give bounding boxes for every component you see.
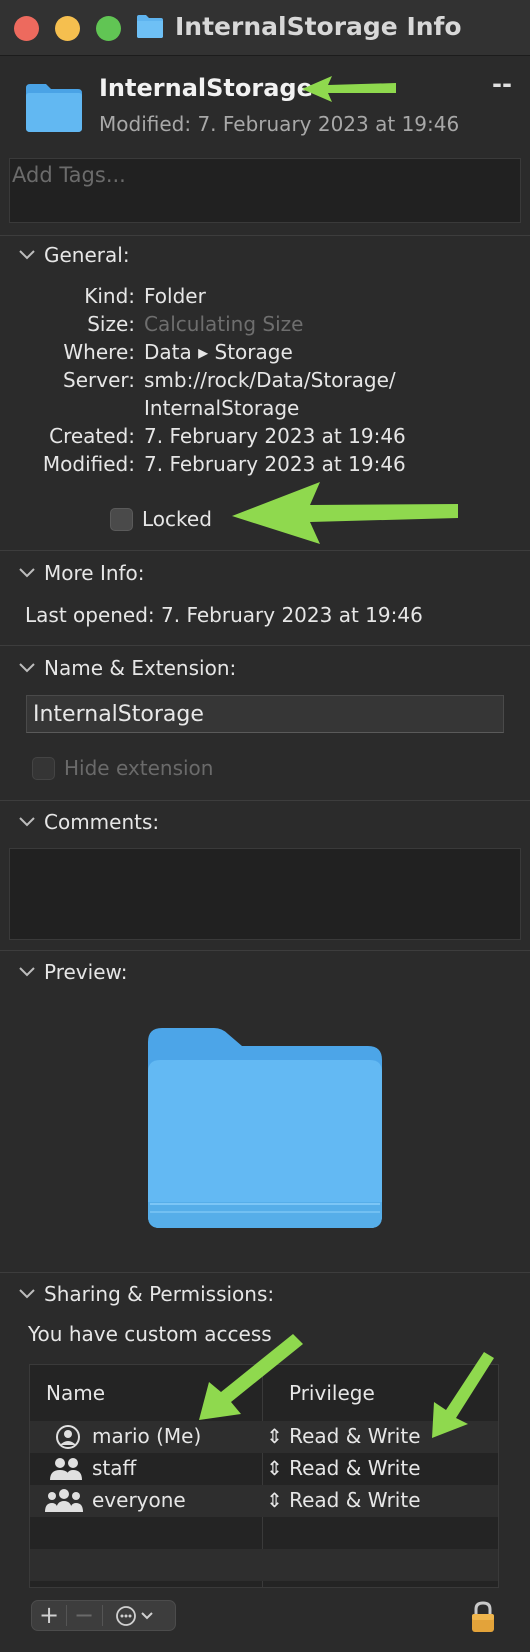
info-label: Size: [87, 312, 135, 336]
info-value: 7. February 2023 at 19:46 [144, 452, 406, 476]
info-label: Created: [49, 424, 135, 448]
section-general-title[interactable]: General: [44, 243, 130, 267]
table-row-empty [30, 1549, 498, 1581]
section-comments-title[interactable]: Comments: [44, 810, 159, 834]
locked-label: Locked [142, 507, 212, 531]
permissions-controls: + − [31, 1600, 176, 1631]
privilege-select[interactable]: ⇕ Read & Write [266, 1424, 421, 1448]
section-sharing-title[interactable]: Sharing & Permissions: [44, 1282, 274, 1306]
lock-icon[interactable] [469, 1600, 497, 1634]
remove-button[interactable]: − [67, 1601, 101, 1630]
everyone-icon [45, 1489, 83, 1512]
ellipsis-circle-icon [116, 1606, 153, 1626]
privilege-value: Read & Write [289, 1488, 421, 1512]
privilege-select[interactable]: ⇕ Read & Write [266, 1456, 421, 1480]
privilege-select[interactable]: ⇕ Read & Write [266, 1488, 421, 1512]
group-icon [50, 1458, 82, 1480]
info-value-continued: InternalStorage [144, 396, 300, 420]
minimize-button[interactable] [55, 16, 80, 41]
section-preview-title[interactable]: Preview: [44, 960, 128, 984]
user-name: staff [92, 1456, 137, 1480]
info-label: Modified: [42, 452, 135, 476]
window-title: InternalStorage Info [175, 12, 462, 41]
privilege-value: Read & Write [289, 1456, 421, 1480]
chevron-down-icon[interactable] [16, 561, 38, 583]
name-field[interactable] [26, 695, 504, 733]
annotation-arrow [432, 1352, 494, 1438]
file-name: InternalStorage [99, 74, 313, 102]
chevron-down-icon[interactable] [16, 656, 38, 678]
annotation-arrow [302, 76, 396, 102]
hide-extension-checkbox[interactable] [32, 757, 55, 780]
user-icon [56, 1425, 80, 1449]
section-more-info-title[interactable]: More Info: [44, 561, 145, 585]
annotation-arrow [199, 1334, 303, 1420]
locked-checkbox[interactable] [110, 508, 133, 531]
info-value: 7. February 2023 at 19:46 [144, 424, 406, 448]
close-button[interactable] [14, 16, 39, 41]
table-row-empty [30, 1517, 498, 1549]
chevron-down-icon[interactable] [16, 960, 38, 982]
hide-extension-label: Hide extension [64, 756, 214, 780]
section-name-extension-title[interactable]: Name & Extension: [44, 656, 236, 680]
title-bar: InternalStorage Info [0, 0, 530, 56]
user-name: everyone [92, 1488, 186, 1512]
tags-placeholder: Add Tags... [12, 163, 126, 187]
user-name: mario (Me) [92, 1424, 202, 1448]
action-menu-button[interactable] [108, 1601, 170, 1630]
chevron-down-icon[interactable] [16, 1282, 38, 1304]
table-row[interactable]: everyone ⇕ Read & Write [30, 1485, 498, 1517]
column-header-name[interactable]: Name [46, 1365, 105, 1421]
info-value: smb://rock/Data/Storage/ [144, 368, 396, 392]
info-label: Kind: [84, 284, 135, 308]
comments-input[interactable] [10, 849, 520, 939]
info-value: Data ▸ Storage [144, 340, 293, 364]
folder-icon [26, 84, 82, 132]
folder-preview-image [148, 1028, 382, 1228]
last-opened-text: Last opened: 7. February 2023 at 19:46 [25, 603, 423, 627]
zoom-button[interactable] [96, 16, 121, 41]
info-value: Folder [144, 284, 206, 308]
modified-date: Modified: 7. February 2023 at 19:46 [99, 112, 460, 136]
name-input[interactable] [27, 696, 503, 732]
chevron-down-icon[interactable] [16, 243, 38, 265]
annotation-arrow [232, 482, 458, 544]
info-label: Server: [63, 368, 135, 392]
tags-field[interactable]: Add Tags... [9, 158, 521, 223]
info-value: Calculating Size [144, 312, 304, 336]
privilege-value: Read & Write [289, 1424, 421, 1448]
comments-field[interactable] [9, 848, 521, 940]
add-button[interactable]: + [32, 1601, 66, 1630]
info-label: Where: [63, 340, 135, 364]
size-summary: -- [492, 70, 512, 98]
table-row[interactable]: staff ⇕ Read & Write [30, 1453, 498, 1485]
chevron-down-icon[interactable] [16, 810, 38, 832]
folder-icon [137, 15, 163, 38]
